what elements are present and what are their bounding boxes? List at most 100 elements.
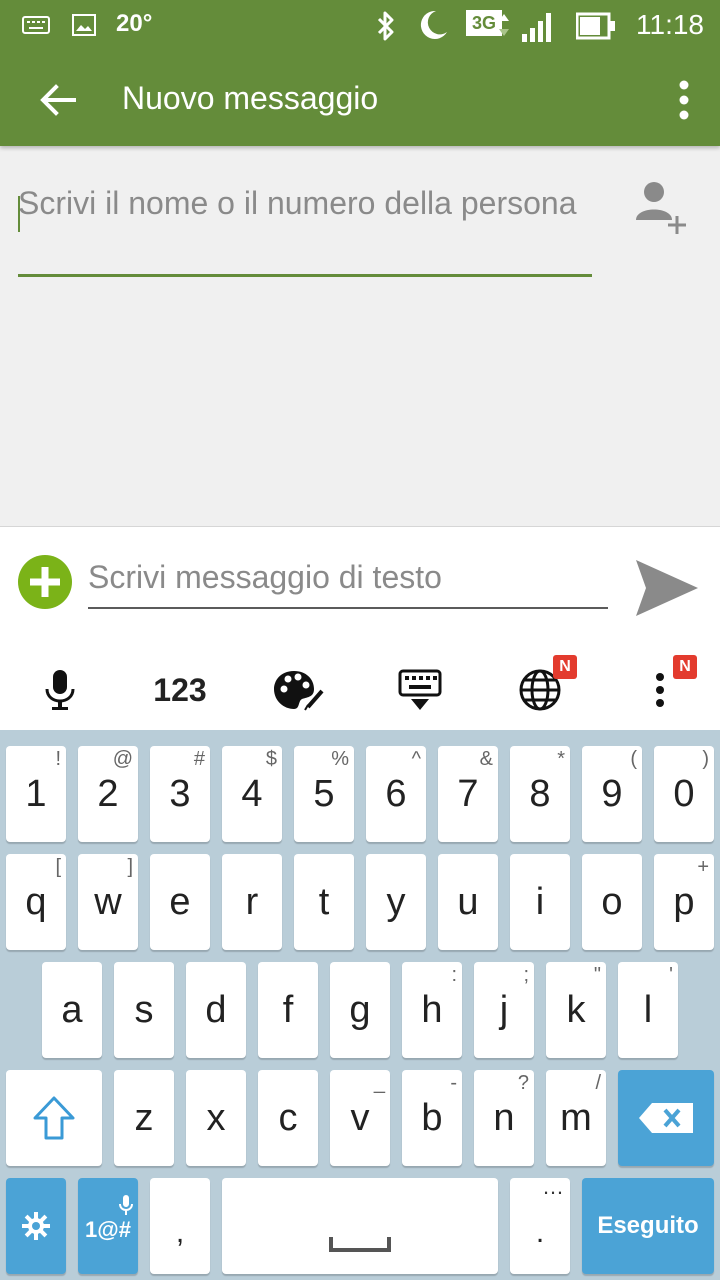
- network-type-badge: 3G: [466, 10, 502, 36]
- key-s[interactable]: s: [114, 962, 174, 1058]
- key-label: f: [282, 988, 294, 1031]
- key-j[interactable]: j;: [474, 962, 534, 1058]
- key-0[interactable]: 0): [654, 746, 714, 842]
- key-label: b: [421, 1096, 443, 1139]
- overflow-menu-icon[interactable]: [674, 78, 694, 122]
- key-1[interactable]: 1!: [6, 746, 66, 842]
- key-m[interactable]: m /: [546, 1070, 606, 1166]
- key-4[interactable]: 4 $: [222, 746, 282, 842]
- globe-icon[interactable]: [480, 650, 600, 730]
- add-contact-icon[interactable]: [632, 178, 692, 238]
- bluetooth-icon: [374, 10, 398, 46]
- key-k[interactable]: k ": [546, 962, 606, 1058]
- key-alt-label: $: [265, 748, 277, 770]
- key-alt-label: ]: [127, 856, 133, 878]
- battery-icon: [575, 12, 616, 44]
- recipient-input[interactable]: Scrivi il nome o il numero della persona: [18, 182, 592, 277]
- key-o[interactable]: o: [582, 854, 642, 950]
- send-icon[interactable]: [632, 556, 700, 624]
- period-alt: …: [542, 1174, 564, 1199]
- key-alt-label: :: [451, 964, 457, 986]
- key-c[interactable]: c: [258, 1070, 318, 1166]
- image-icon: [72, 14, 96, 40]
- microphone-icon[interactable]: [0, 650, 120, 730]
- key-u[interactable]: u: [438, 854, 498, 950]
- key-6[interactable]: 6 ^: [366, 746, 426, 842]
- key-x[interactable]: x: [186, 1070, 246, 1166]
- key-label: z: [134, 1096, 154, 1139]
- key-label: 3: [169, 772, 191, 815]
- key-label: 8: [529, 772, 551, 815]
- key-alt-label: +: [697, 856, 709, 878]
- key-8[interactable]: 8 *: [510, 746, 570, 842]
- key-label: 5: [313, 772, 335, 815]
- period-key[interactable]: . …: [510, 1174, 570, 1274]
- key-alt-label: &: [479, 748, 493, 770]
- palette-icon[interactable]: [240, 650, 360, 730]
- key-alt-label: [: [55, 856, 61, 878]
- key-w[interactable]: w]: [78, 854, 138, 950]
- compose-bar: Scrivi messaggio di testo: [0, 526, 720, 652]
- key-d[interactable]: d: [186, 962, 246, 1058]
- key-v[interactable]: v _: [330, 1070, 390, 1166]
- key-label: q: [25, 880, 47, 923]
- key-label: c: [278, 1096, 298, 1139]
- key-z[interactable]: z: [114, 1070, 174, 1166]
- key-g[interactable]: g: [330, 962, 390, 1058]
- key-n[interactable]: n?: [474, 1070, 534, 1166]
- key-alt-label: (: [630, 748, 637, 770]
- app-bar: 20° 3G 11:18 Nuovo messaggio: [0, 0, 720, 146]
- done-key[interactable]: Eseguito: [582, 1178, 714, 1274]
- attach-plus-button[interactable]: [18, 555, 72, 609]
- key-p[interactable]: p +: [654, 854, 714, 950]
- comma-label: ,: [175, 1216, 185, 1249]
- key-label: p: [673, 880, 695, 923]
- key-label: x: [206, 1096, 226, 1139]
- key-alt-label: !: [55, 748, 61, 770]
- signal-icon: [520, 10, 556, 46]
- numbers-button[interactable]: 123: [120, 650, 240, 730]
- key-i[interactable]: i: [510, 854, 570, 950]
- more-options-icon[interactable]: [600, 650, 720, 730]
- key-7[interactable]: 7 &: [438, 746, 498, 842]
- key-alt-label: ;: [523, 964, 529, 986]
- comma-key[interactable]: ,: [150, 1178, 210, 1274]
- page-title: Nuovo messaggio: [122, 80, 379, 116]
- key-a[interactable]: a: [42, 962, 102, 1058]
- key-label: s: [134, 988, 154, 1031]
- space-key[interactable]: [222, 1178, 498, 1274]
- key-3[interactable]: 3 #: [150, 746, 210, 842]
- text-cursor: [18, 196, 20, 232]
- backspace-key[interactable]: [618, 1070, 714, 1166]
- key-9[interactable]: 9(: [582, 746, 642, 842]
- key-label: h: [421, 988, 443, 1031]
- key-2[interactable]: 2 @: [78, 746, 138, 842]
- key-h[interactable]: h:: [402, 962, 462, 1058]
- key-alt-label: ': [669, 964, 673, 986]
- key-5[interactable]: 5%: [294, 746, 354, 842]
- notification-badge: N: [553, 655, 577, 679]
- message-input[interactable]: Scrivi messaggio di testo: [88, 555, 608, 609]
- key-label: i: [535, 880, 545, 923]
- recipient-placeholder: Scrivi il nome o il numero della persona: [18, 185, 577, 221]
- key-alt-label: ): [702, 748, 709, 770]
- period-label: .: [535, 1216, 545, 1249]
- key-r[interactable]: r: [222, 854, 282, 950]
- key-e[interactable]: e: [150, 854, 210, 950]
- back-arrow-icon[interactable]: [34, 76, 82, 124]
- settings-key[interactable]: [6, 1178, 66, 1274]
- key-q[interactable]: q[: [6, 854, 66, 950]
- key-b[interactable]: b-: [402, 1070, 462, 1166]
- key-label: 7: [457, 772, 479, 815]
- shift-key[interactable]: [6, 1070, 102, 1166]
- soft-keyboard: 1! 2 @3 #4 $5% 6 ^ 7 & 8 * 9(0) q[w] e r t y u i o p + a s d f g h:…: [0, 730, 720, 1280]
- key-t[interactable]: t: [294, 854, 354, 950]
- keyboard-status-icon: [22, 16, 50, 38]
- key-y[interactable]: y: [366, 854, 426, 950]
- symbols-key[interactable]: 1@#: [78, 1178, 138, 1274]
- hide-keyboard-icon[interactable]: [360, 650, 480, 730]
- keyboard-toolbar: 123 N N: [0, 650, 720, 730]
- key-l[interactable]: l ': [618, 962, 678, 1058]
- key-alt-label: ": [593, 964, 601, 986]
- key-f[interactable]: f: [258, 962, 318, 1058]
